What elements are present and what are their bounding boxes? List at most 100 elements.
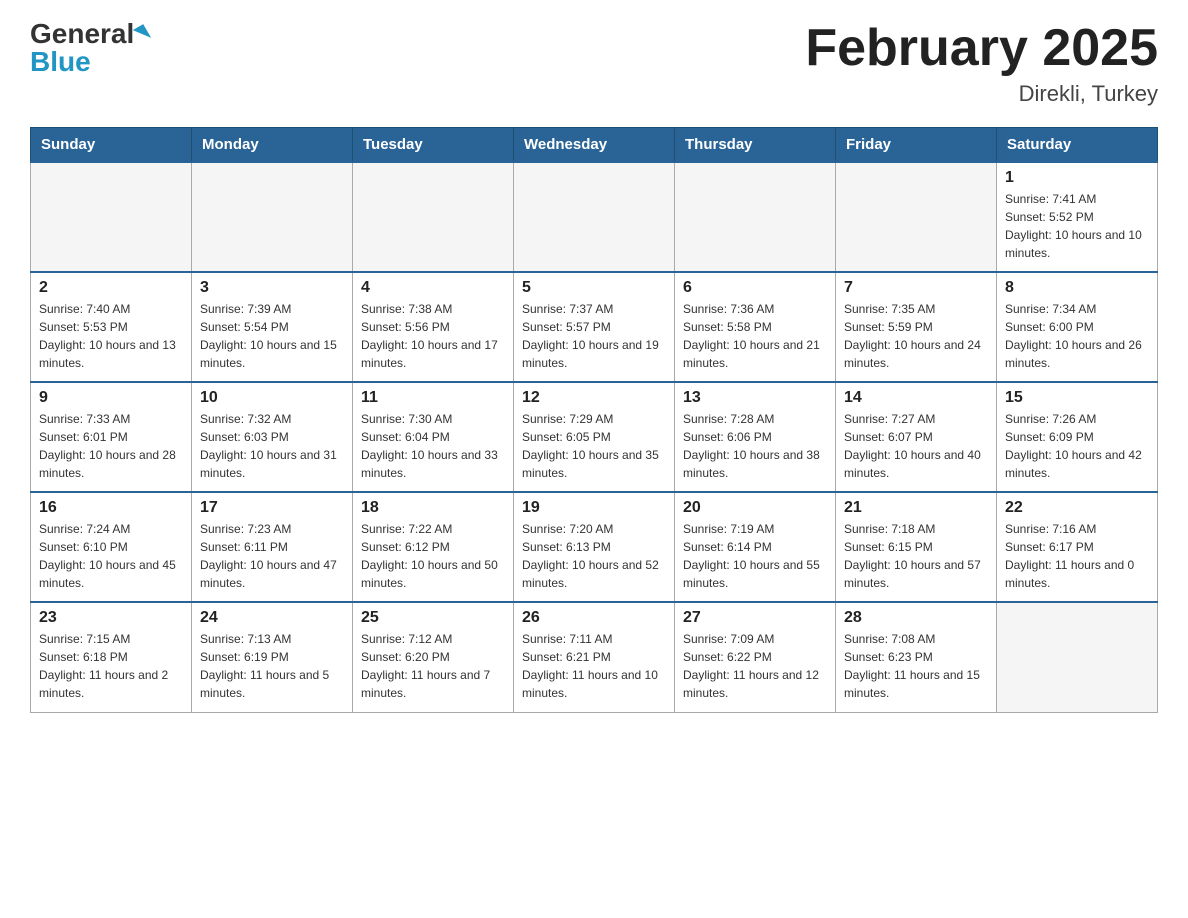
logo-arrow-icon [133,24,151,44]
day-number: 27 [683,609,827,627]
calendar-cell [192,162,353,272]
day-number: 12 [522,389,666,407]
calendar-cell: 3 Sunrise: 7:39 AMSunset: 5:54 PMDaylight… [192,272,353,382]
calendar-cell: 15 Sunrise: 7:26 AMSunset: 6:09 PMDayligh… [997,382,1158,492]
calendar-cell [997,602,1158,712]
day-info: Sunrise: 7:11 AMSunset: 6:21 PMDaylight:… [522,630,666,702]
calendar-cell: 2 Sunrise: 7:40 AMSunset: 5:53 PMDaylight… [31,272,192,382]
page-header: General Blue February 2025 Direkli, Turk… [30,20,1158,107]
day-number: 13 [683,389,827,407]
day-info: Sunrise: 7:26 AMSunset: 6:09 PMDaylight:… [1005,410,1149,482]
day-info: Sunrise: 7:09 AMSunset: 6:22 PMDaylight:… [683,630,827,702]
day-info: Sunrise: 7:29 AMSunset: 6:05 PMDaylight:… [522,410,666,482]
day-info: Sunrise: 7:34 AMSunset: 6:00 PMDaylight:… [1005,300,1149,372]
calendar-cell: 17 Sunrise: 7:23 AMSunset: 6:11 PMDayligh… [192,492,353,602]
day-info: Sunrise: 7:08 AMSunset: 6:23 PMDaylight:… [844,630,988,702]
day-info: Sunrise: 7:41 AMSunset: 5:52 PMDaylight:… [1005,190,1149,262]
logo-general-text: General [30,20,148,48]
calendar-cell: 10 Sunrise: 7:32 AMSunset: 6:03 PMDayligh… [192,382,353,492]
calendar-cell: 9 Sunrise: 7:33 AMSunset: 6:01 PMDaylight… [31,382,192,492]
month-title: February 2025 [805,20,1158,77]
day-info: Sunrise: 7:39 AMSunset: 5:54 PMDaylight:… [200,300,344,372]
title-section: February 2025 Direkli, Turkey [805,20,1158,107]
day-number: 26 [522,609,666,627]
day-info: Sunrise: 7:27 AMSunset: 6:07 PMDaylight:… [844,410,988,482]
location-text: Direkli, Turkey [805,81,1158,107]
day-info: Sunrise: 7:37 AMSunset: 5:57 PMDaylight:… [522,300,666,372]
week-row-4: 16 Sunrise: 7:24 AMSunset: 6:10 PMDayligh… [31,492,1158,602]
calendar-header-row: SundayMondayTuesdayWednesdayThursdayFrid… [31,128,1158,163]
calendar-cell [31,162,192,272]
day-info: Sunrise: 7:20 AMSunset: 6:13 PMDaylight:… [522,520,666,592]
day-number: 24 [200,609,344,627]
calendar-cell: 25Sunrise: 7:12 AMSunset: 6:20 PMDayligh… [353,602,514,712]
day-info: Sunrise: 7:16 AMSunset: 6:17 PMDaylight:… [1005,520,1149,592]
day-info: Sunrise: 7:35 AMSunset: 5:59 PMDaylight:… [844,300,988,372]
calendar-cell: 6Sunrise: 7:36 AMSunset: 5:58 PMDaylight… [675,272,836,382]
week-row-5: 23 Sunrise: 7:15 AMSunset: 6:18 PMDayligh… [31,602,1158,712]
day-info: Sunrise: 7:23 AMSunset: 6:11 PMDaylight:… [200,520,344,592]
column-header-tuesday: Tuesday [353,128,514,163]
day-number: 4 [361,279,505,297]
day-number: 11 [361,389,505,407]
day-info: Sunrise: 7:28 AMSunset: 6:06 PMDaylight:… [683,410,827,482]
calendar-cell: 19Sunrise: 7:20 AMSunset: 6:13 PMDayligh… [514,492,675,602]
day-info: Sunrise: 7:13 AMSunset: 6:19 PMDaylight:… [200,630,344,702]
calendar-cell: 14 Sunrise: 7:27 AMSunset: 6:07 PMDayligh… [836,382,997,492]
calendar-cell: 18 Sunrise: 7:22 AMSunset: 6:12 PMDayligh… [353,492,514,602]
calendar-cell [514,162,675,272]
day-number: 14 [844,389,988,407]
day-info: Sunrise: 7:22 AMSunset: 6:12 PMDaylight:… [361,520,505,592]
calendar-cell: 11Sunrise: 7:30 AMSunset: 6:04 PMDayligh… [353,382,514,492]
column-header-saturday: Saturday [997,128,1158,163]
day-number: 8 [1005,279,1149,297]
week-row-3: 9 Sunrise: 7:33 AMSunset: 6:01 PMDaylight… [31,382,1158,492]
day-info: Sunrise: 7:33 AMSunset: 6:01 PMDaylight:… [39,410,183,482]
calendar-cell: 4Sunrise: 7:38 AMSunset: 5:56 PMDaylight… [353,272,514,382]
day-number: 25 [361,609,505,627]
calendar-cell: 21 Sunrise: 7:18 AMSunset: 6:15 PMDayligh… [836,492,997,602]
day-number: 3 [200,279,344,297]
day-number: 1 [1005,169,1149,187]
calendar-cell: 24 Sunrise: 7:13 AMSunset: 6:19 PMDayligh… [192,602,353,712]
logo-blue-text: Blue [30,48,148,76]
calendar-cell: 27 Sunrise: 7:09 AMSunset: 6:22 PMDayligh… [675,602,836,712]
calendar-cell: 28 Sunrise: 7:08 AMSunset: 6:23 PMDayligh… [836,602,997,712]
day-info: Sunrise: 7:18 AMSunset: 6:15 PMDaylight:… [844,520,988,592]
day-number: 28 [844,609,988,627]
column-header-monday: Monday [192,128,353,163]
week-row-1: 1 Sunrise: 7:41 AMSunset: 5:52 PMDaylight… [31,162,1158,272]
day-number: 21 [844,499,988,517]
day-number: 17 [200,499,344,517]
day-number: 15 [1005,389,1149,407]
calendar-cell: 8 Sunrise: 7:34 AMSunset: 6:00 PMDaylight… [997,272,1158,382]
calendar-cell: 22Sunrise: 7:16 AMSunset: 6:17 PMDayligh… [997,492,1158,602]
day-number: 2 [39,279,183,297]
day-number: 5 [522,279,666,297]
day-number: 10 [200,389,344,407]
calendar-cell: 16 Sunrise: 7:24 AMSunset: 6:10 PMDayligh… [31,492,192,602]
day-number: 16 [39,499,183,517]
day-number: 18 [361,499,505,517]
logo: General Blue [30,20,148,76]
week-row-2: 2 Sunrise: 7:40 AMSunset: 5:53 PMDaylight… [31,272,1158,382]
day-info: Sunrise: 7:32 AMSunset: 6:03 PMDaylight:… [200,410,344,482]
calendar-cell [353,162,514,272]
day-info: Sunrise: 7:24 AMSunset: 6:10 PMDaylight:… [39,520,183,592]
calendar-cell [675,162,836,272]
calendar-table: SundayMondayTuesdayWednesdayThursdayFrid… [30,127,1158,713]
day-number: 7 [844,279,988,297]
calendar-cell: 5 Sunrise: 7:37 AMSunset: 5:57 PMDaylight… [514,272,675,382]
day-info: Sunrise: 7:40 AMSunset: 5:53 PMDaylight:… [39,300,183,372]
day-info: Sunrise: 7:15 AMSunset: 6:18 PMDaylight:… [39,630,183,702]
column-header-sunday: Sunday [31,128,192,163]
column-header-friday: Friday [836,128,997,163]
calendar-cell: 12 Sunrise: 7:29 AMSunset: 6:05 PMDayligh… [514,382,675,492]
day-number: 9 [39,389,183,407]
column-header-thursday: Thursday [675,128,836,163]
day-number: 23 [39,609,183,627]
column-header-wednesday: Wednesday [514,128,675,163]
calendar-cell: 7 Sunrise: 7:35 AMSunset: 5:59 PMDaylight… [836,272,997,382]
day-info: Sunrise: 7:36 AMSunset: 5:58 PMDaylight:… [683,300,827,372]
calendar-cell: 23 Sunrise: 7:15 AMSunset: 6:18 PMDayligh… [31,602,192,712]
